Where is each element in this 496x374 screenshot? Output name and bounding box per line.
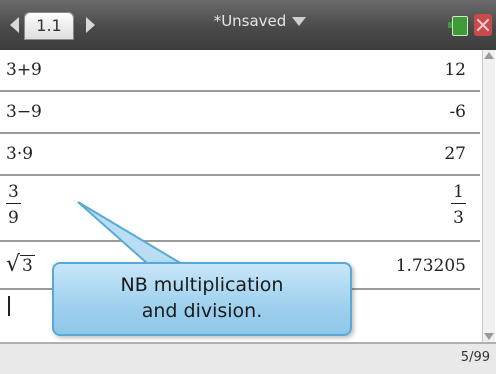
- history-count: 5/99: [460, 350, 490, 365]
- result: 1.73205: [395, 256, 466, 276]
- callout-pointer: [77, 201, 186, 265]
- document-title-text: *Unsaved: [213, 12, 287, 30]
- sqrt-expression: √ 3: [6, 252, 35, 277]
- sqrt-icon: √: [6, 252, 21, 277]
- radicand: 3: [20, 255, 35, 276]
- fraction-denominator: 9: [8, 208, 19, 228]
- scroll-up-arrow-icon[interactable]: [484, 52, 494, 59]
- next-page-arrow-icon[interactable]: [86, 17, 95, 33]
- fraction-numerator: 3: [6, 182, 21, 204]
- fraction-numerator: 1: [451, 182, 466, 204]
- previous-page-arrow-icon[interactable]: [10, 17, 19, 33]
- expression: 3+9: [6, 60, 42, 80]
- tab-label: 1.1: [36, 16, 62, 35]
- battery-body: [452, 16, 468, 36]
- tab-page-1-1[interactable]: 1.1: [24, 12, 74, 40]
- result: -6: [449, 102, 466, 122]
- fraction-result: 1 3: [451, 184, 466, 228]
- fraction-expression: 3 9: [6, 184, 21, 228]
- callout-text: NB multiplication and division.: [120, 274, 284, 322]
- chevron-down-icon[interactable]: [292, 17, 307, 26]
- fraction-denominator: 3: [453, 208, 464, 228]
- text-cursor: [8, 296, 10, 316]
- result: 12: [444, 60, 466, 80]
- callout-box: NB multiplication and division.: [52, 262, 352, 336]
- history-row[interactable]: 3+9 12: [0, 50, 480, 92]
- battery-icon: [448, 14, 470, 36]
- history-row[interactable]: 3·9 27: [0, 134, 480, 176]
- result: 27: [444, 144, 466, 164]
- document-title[interactable]: *Unsaved: [190, 12, 330, 30]
- expression: 3−9: [6, 102, 42, 122]
- history-row[interactable]: 3−9 -6: [0, 92, 480, 134]
- expression: 3·9: [6, 144, 34, 164]
- scroll-down-arrow-icon[interactable]: [484, 333, 494, 340]
- close-icon[interactable]: [474, 14, 492, 36]
- scrollbar[interactable]: [482, 50, 495, 342]
- status-bar: 5/99: [0, 342, 496, 374]
- title-bar: 1.1 *Unsaved: [0, 0, 496, 50]
